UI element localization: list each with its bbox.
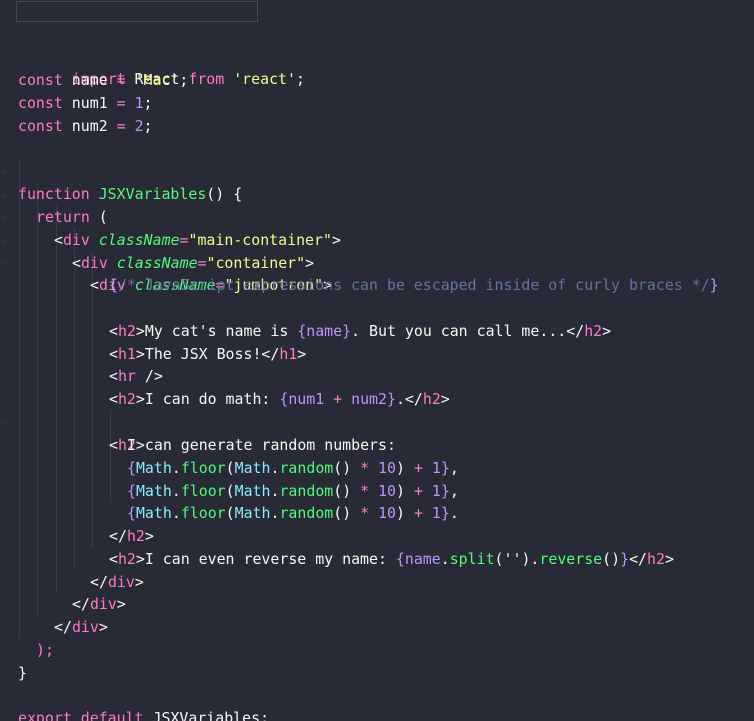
token: default [80, 708, 144, 721]
code-line-1[interactable]: import React from 'react'; [0, 0, 754, 88]
code-line-17[interactable]: <h2>I can do math: {num1 + num2}.</h2> [0, 365, 754, 408]
code-line-10[interactable]: ⌄ <div className="container"> [0, 206, 754, 272]
code-line-24[interactable]: <h2>I can even reverse my name: {name.sp… [0, 525, 754, 568]
token: JSXVariables; [143, 708, 270, 721]
code-line-19[interactable]: I can generate random numbers: [0, 411, 754, 454]
code-line-4[interactable]: const num1 = 1; [0, 69, 754, 112]
token: < [90, 275, 99, 294]
token: const [18, 116, 63, 135]
code-line-26[interactable]: </div> [0, 570, 754, 613]
code-line-21[interactable]: {Math.floor(Math.random() * 10) + 1}, [0, 457, 754, 500]
token: num2 [62, 116, 117, 135]
token: { [109, 275, 118, 294]
current-line-highlight [16, 1, 258, 22]
code-line-18[interactable]: ⌄ <h2> [0, 388, 754, 454]
token: } [18, 663, 27, 682]
code-line-7[interactable]: ⌄ function JSXVariables() { [0, 137, 754, 203]
token: export [18, 708, 72, 721]
token: 2 [134, 116, 144, 135]
code-line-9[interactable]: ⌄ <div className="main-container"> [0, 183, 754, 249]
code-editor[interactable]: import React from 'react'; const name = … [0, 0, 754, 721]
code-line-29[interactable]: } [0, 639, 754, 682]
code-line-8[interactable]: ⌄ return ( [0, 160, 754, 226]
token: ; [143, 116, 153, 135]
code-line-20[interactable]: {Math.floor(Math.random() * 10) + 1}, [0, 434, 754, 477]
code-line-23[interactable]: </h2> [0, 502, 754, 545]
code-line-5[interactable]: const num2 = 2; [0, 92, 754, 135]
code-line-12[interactable]: {/* JavaScript expressions can be escape… [0, 251, 754, 294]
token: } [709, 275, 719, 294]
code-line-3[interactable]: const name = 'Mac'; [0, 46, 754, 89]
code-comment: /* JavaScript expressions can be escaped… [117, 275, 710, 294]
code-line-25[interactable]: </div> [0, 548, 754, 591]
token: = [116, 116, 126, 135]
code-line-14[interactable]: <h2>My cat's name is {name}. But you can… [0, 297, 754, 340]
code-line-28[interactable]: ); [0, 616, 754, 659]
code-line-27[interactable]: </div> [0, 593, 754, 636]
code-line-11[interactable]: ⌄ <div className="jumbotron"> [0, 228, 754, 294]
code-line-31[interactable]: export default JSXVariables; [0, 684, 754, 721]
code-line-15[interactable]: <h1>The JSX Boss!</h1> [0, 320, 754, 363]
code-line-16[interactable]: <hr /> [0, 342, 754, 385]
code-line-22[interactable]: {Math.floor(Math.random() * 10) + 1}. [0, 479, 754, 522]
